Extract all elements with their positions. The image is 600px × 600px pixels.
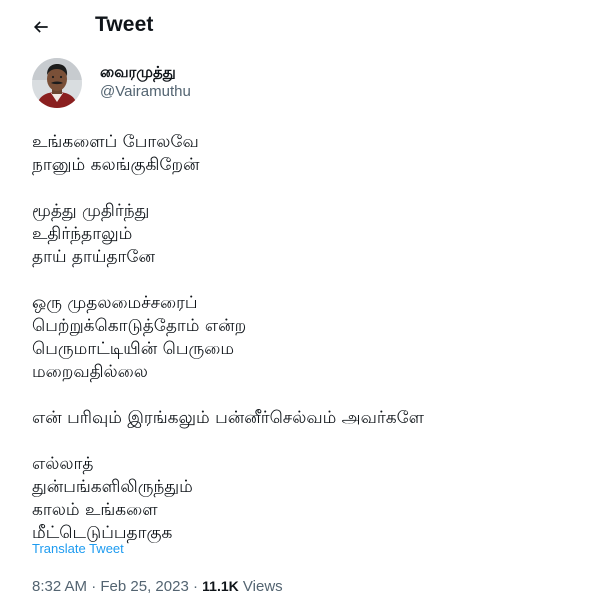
tweet-line: மறைவதில்லை: [32, 362, 148, 382]
tweet-line: பெருமாட்டியின் பெருமை: [32, 339, 234, 359]
meta-separator: ·: [91, 578, 97, 595]
translate-tweet-link[interactable]: Translate Tweet: [32, 541, 124, 556]
tweet-stanza-2: மூத்து முதிர்ந்து உதிர்ந்தாலும் தாய் தாய…: [32, 200, 572, 269]
avatar-image: [32, 58, 82, 108]
tweet-line: பெற்றுக்கொடுத்தோம் என்ற: [32, 316, 247, 336]
author-handle[interactable]: @Vairamuthu: [100, 82, 191, 102]
tweet-text: உங்களைப் போலவே நானும் கலங்குகிறேன் மூத்த…: [32, 131, 572, 568]
tweet-line: துன்பங்களிலிருந்தும்: [32, 477, 193, 497]
page-title: Tweet: [95, 13, 154, 36]
tweet-line: ஒரு முதலமைச்சரைப்: [32, 293, 198, 313]
tweet-line: உங்களைப் போலவே: [32, 132, 199, 152]
tweet-meta: 8:32 AM · Feb 25, 2023 · 11.1K Views: [32, 578, 283, 595]
page-header: Tweet: [0, 0, 600, 52]
tweet-line: உதிர்ந்தாலும்: [32, 224, 133, 244]
author-names: வைரமுத்து @Vairamuthu: [100, 62, 191, 102]
tweet-stanza-1: உங்களைப் போலவே நானும் கலங்குகிறேன்: [32, 131, 572, 177]
tweet-line: எல்லாத்: [32, 454, 94, 474]
tweet-page: Tweet வைரமுத்து @Vairamuthu உங்களைப் போல…: [0, 0, 600, 600]
tweet-date[interactable]: Feb 25, 2023: [100, 578, 188, 595]
tweet-time[interactable]: 8:32 AM: [32, 578, 87, 595]
back-button[interactable]: [24, 10, 58, 44]
tweet-line: என் பரிவும் இரங்கலும் பன்னீர்செல்வம் அவர…: [32, 408, 425, 428]
tweet-line: மூத்து முதிர்ந்து: [32, 201, 150, 221]
tweet-stanza-5: எல்லாத் துன்பங்களிலிருந்தும் காலம் உங்கள…: [32, 453, 572, 545]
author-block: வைரமுத்து @Vairamuthu: [32, 58, 191, 108]
views-count: 11.1K: [202, 578, 239, 594]
meta-separator: ·: [192, 578, 198, 595]
tweet-line: காலம் உங்களை: [32, 500, 158, 520]
tweet-line: நானும் கலங்குகிறேன்: [32, 155, 200, 175]
views-label: Views: [242, 578, 283, 595]
tweet-line: தாய் தாய்தானே: [32, 247, 155, 267]
tweet-stanza-4: என் பரிவும் இரங்கலும் பன்னீர்செல்வம் அவர…: [32, 407, 572, 430]
arrow-left-icon: [33, 21, 48, 33]
avatar[interactable]: [32, 58, 82, 108]
author-display-name[interactable]: வைரமுத்து: [100, 62, 191, 82]
tweet-stanza-3: ஒரு முதலமைச்சரைப் பெற்றுக்கொடுத்தோம் என்…: [32, 292, 572, 384]
